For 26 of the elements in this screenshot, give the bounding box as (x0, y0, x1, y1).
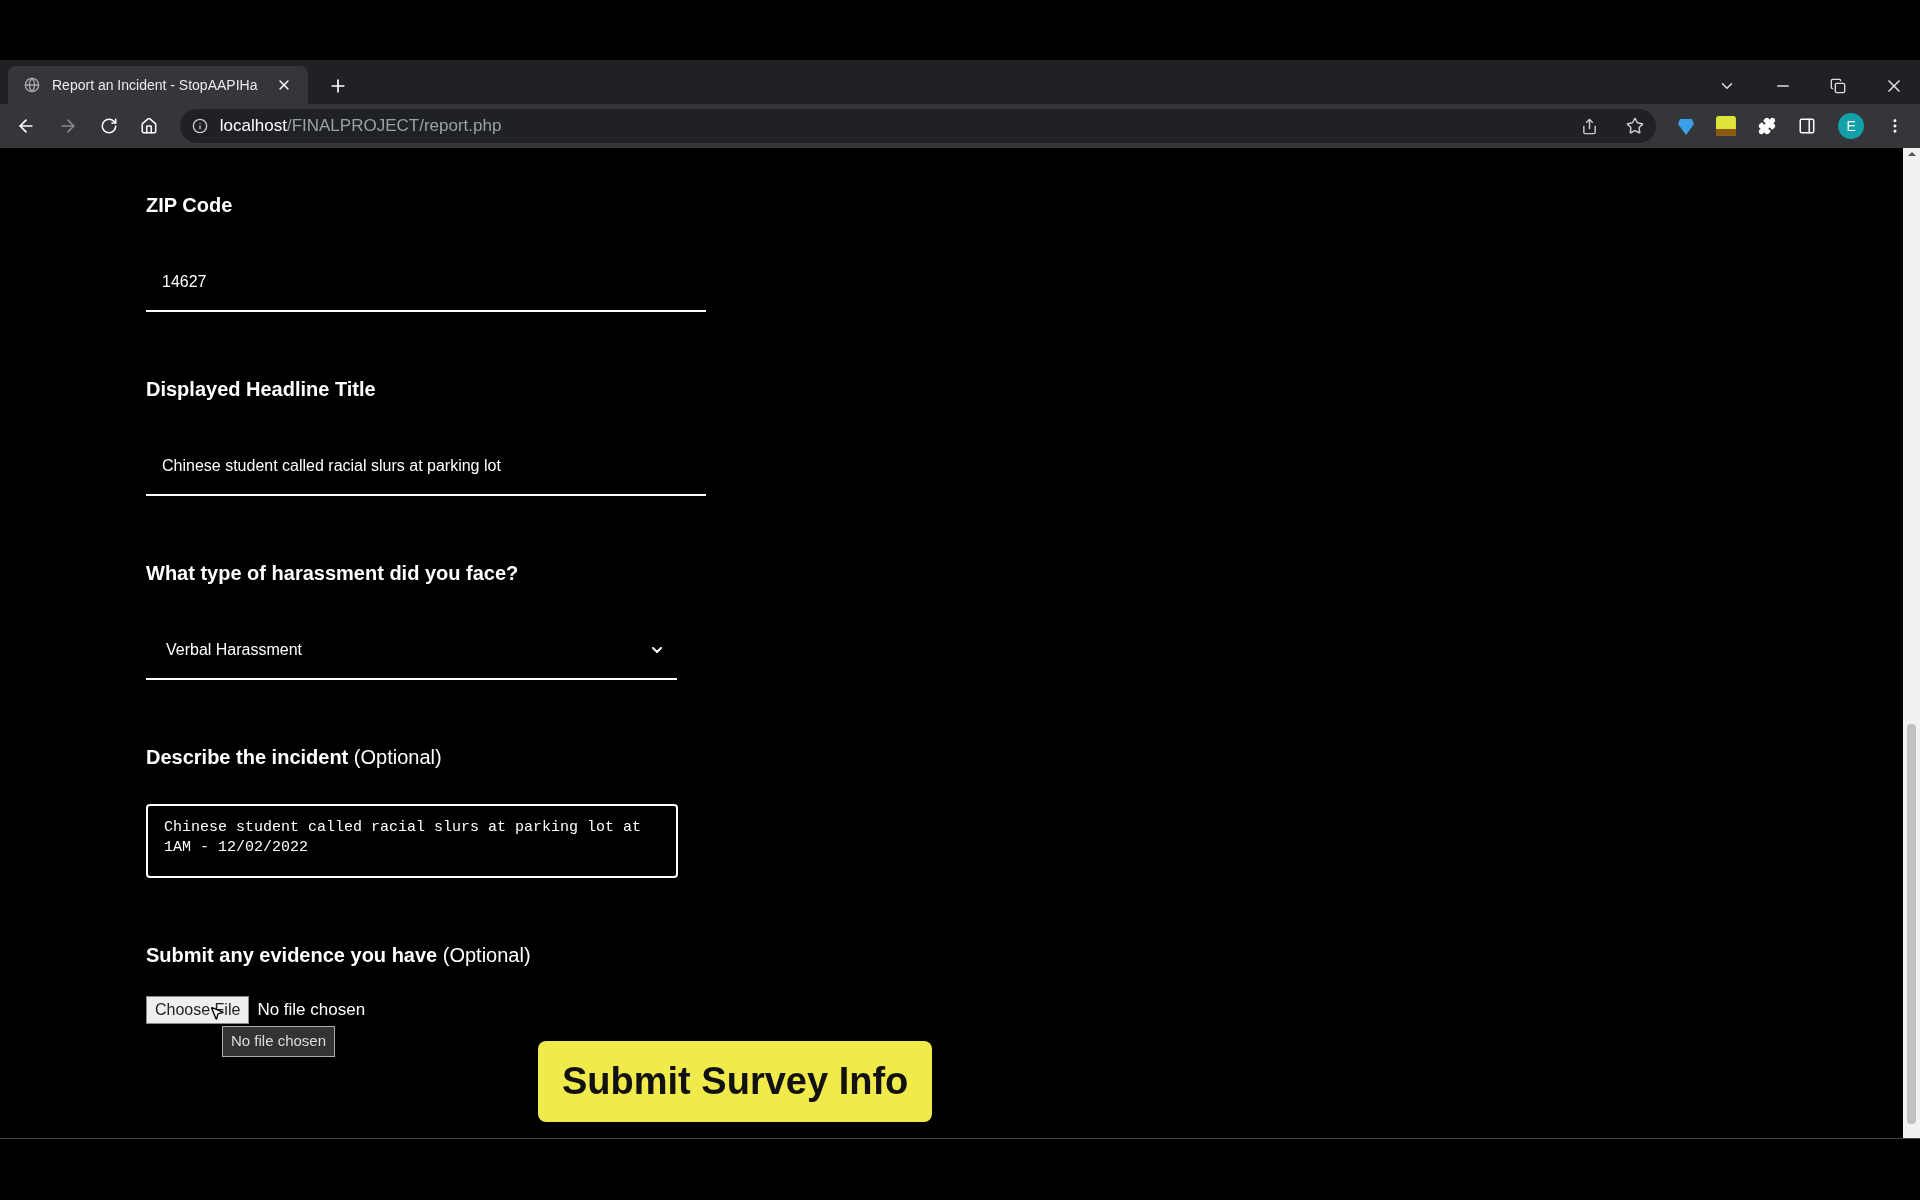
extension-icon[interactable] (1716, 116, 1737, 136)
globe-icon (24, 77, 40, 93)
bookmark-star-icon[interactable] (1626, 117, 1645, 135)
text-input-field[interactable]: 14627 (146, 270, 706, 312)
field-label: Submit any evidence you have (Optional) (146, 943, 532, 968)
home-icon[interactable] (139, 117, 158, 135)
extensions-puzzle-icon[interactable] (1758, 117, 1777, 135)
side-panel-icon[interactable] (1798, 117, 1817, 135)
field-label: Describe the incident (Optional) (146, 745, 443, 770)
submit-button[interactable]: Submit Survey Info (538, 1041, 933, 1122)
reload-icon[interactable] (99, 117, 118, 135)
tooltip: No file chosen (222, 1026, 336, 1057)
info-icon (191, 118, 208, 134)
restore-icon[interactable] (1830, 78, 1846, 94)
share-icon[interactable] (1581, 117, 1599, 135)
dropdown-select[interactable]: Verbal Harassment (146, 638, 677, 680)
gem-extension-icon[interactable] (1678, 117, 1695, 135)
url-text: localhost/FINALPROJECT/report.php (219, 115, 503, 138)
text-input-field[interactable]: Chinese student called racial slurs at parking lot (146, 454, 706, 496)
address-bar[interactable]: localhost/FINALPROJECT/report.php (179, 109, 1657, 143)
field-label: ZIP Code (146, 193, 234, 218)
field-label: Displayed Headline Title (146, 377, 377, 402)
field-label: What type of harassment did you face? (146, 561, 520, 586)
browser-tab[interactable]: Report an Incident - StopAAPIHa (8, 66, 308, 104)
file-status-text: No file chosen (257, 999, 366, 1022)
description-textarea[interactable]: Chinese student called racial slurs at parking lot at 1AM - 12/02/2022 (146, 804, 678, 878)
